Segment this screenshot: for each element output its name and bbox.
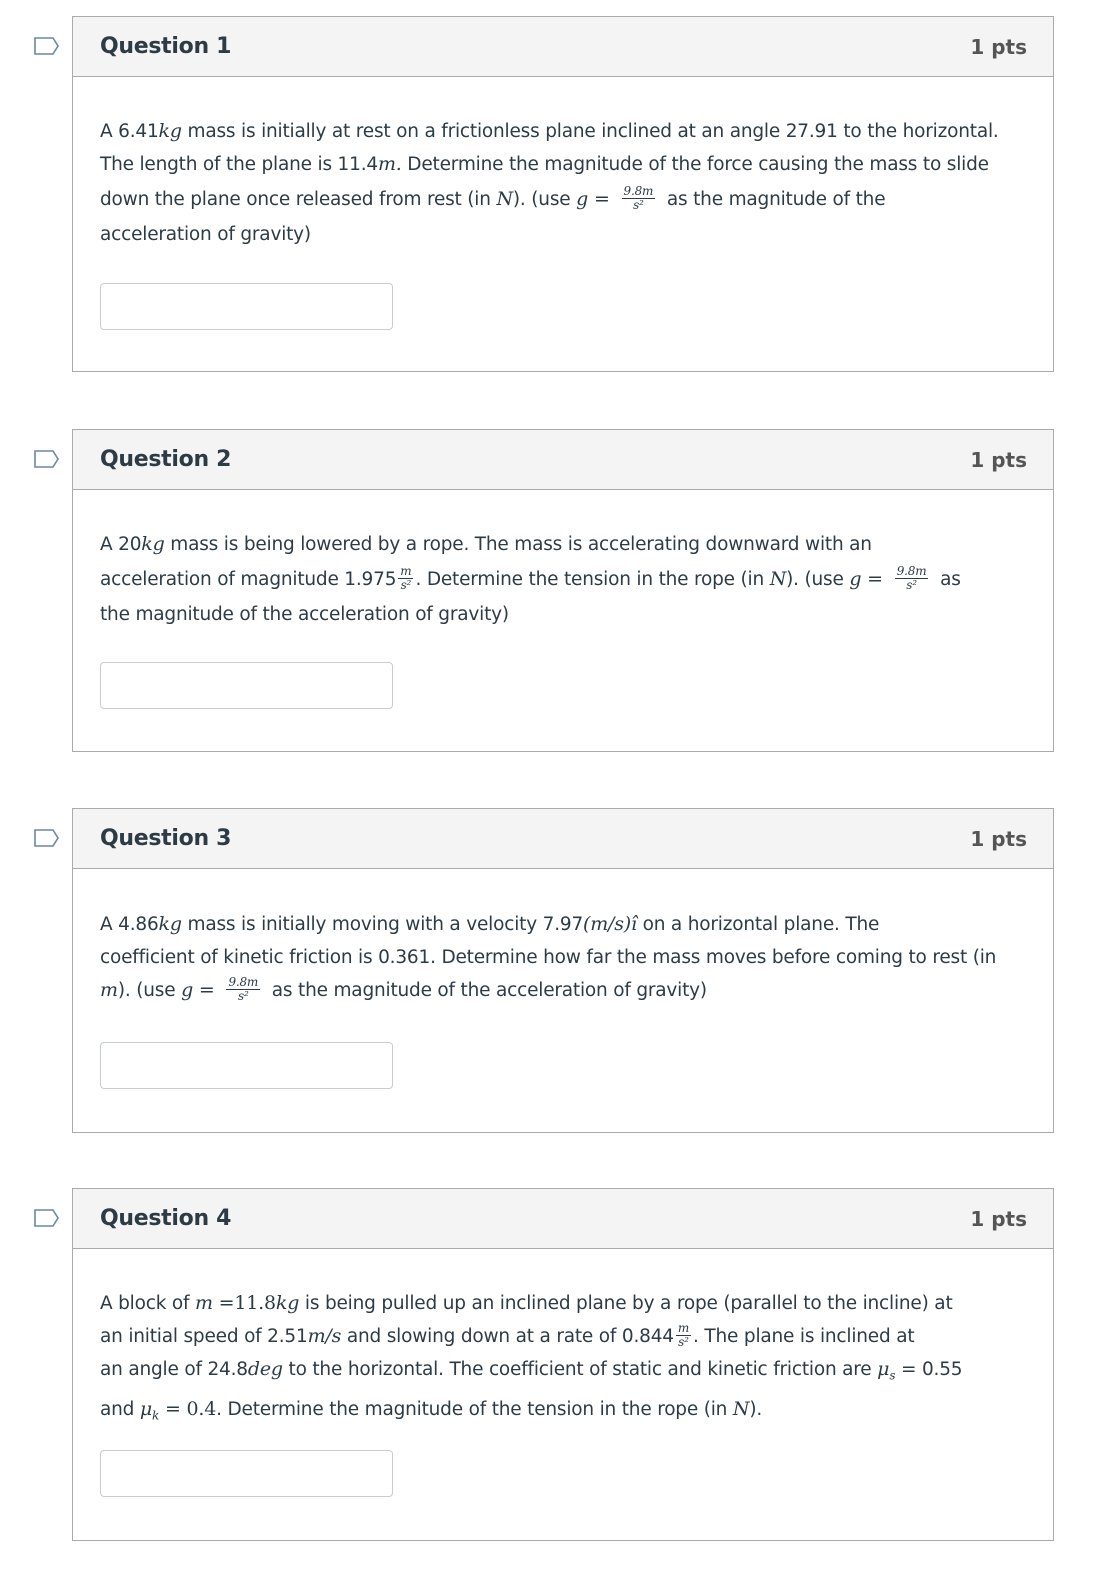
question-text: A 6.41kg mass is initially at rest on a … bbox=[100, 120, 999, 245]
question-title: Question 3 bbox=[100, 826, 232, 851]
answer-input[interactable] bbox=[100, 1042, 393, 1089]
gravity-fraction: 9.8m s² bbox=[226, 974, 261, 1003]
flag-question-icon[interactable] bbox=[34, 37, 60, 55]
question-header: Question 3 1 pts bbox=[73, 809, 1053, 869]
gravity-fraction: 9.8m s² bbox=[894, 563, 929, 592]
question-points: 1 pts bbox=[970, 827, 1027, 851]
question-text: A 20kg mass is being lowered by a rope. … bbox=[100, 533, 961, 625]
question-card-1: Question 1 1 pts A 6.41kg mass is initia… bbox=[34, 16, 1054, 372]
question-text: A 4.86kg mass is initially moving with a… bbox=[100, 913, 997, 1003]
answer-input[interactable] bbox=[100, 1450, 393, 1497]
flag-question-icon[interactable] bbox=[34, 1209, 60, 1227]
flag-question-icon[interactable] bbox=[34, 450, 60, 468]
question-points: 1 pts bbox=[970, 448, 1027, 472]
unit-fraction: m s² bbox=[675, 1320, 692, 1349]
question-title: Question 2 bbox=[100, 447, 232, 472]
question-card-4: Question 4 1 pts A block of m =11.8kg is… bbox=[34, 1188, 1054, 1541]
question-text: A block of m =11.8kg is being pulled up … bbox=[100, 1292, 963, 1423]
question-card-2: Question 2 1 pts A 20kg mass is being lo… bbox=[34, 429, 1054, 752]
question-title: Question 1 bbox=[100, 34, 232, 59]
question-card-3: Question 3 1 pts A 4.86kg mass is initia… bbox=[34, 808, 1054, 1133]
question-header: Question 4 1 pts bbox=[73, 1189, 1053, 1249]
answer-input[interactable] bbox=[100, 662, 393, 709]
question-header: Question 2 1 pts bbox=[73, 430, 1053, 490]
flag-question-icon[interactable] bbox=[34, 829, 60, 847]
question-title: Question 4 bbox=[100, 1206, 232, 1231]
answer-input[interactable] bbox=[100, 283, 393, 330]
question-header: Question 1 1 pts bbox=[73, 17, 1053, 77]
question-points: 1 pts bbox=[970, 1207, 1027, 1231]
question-points: 1 pts bbox=[970, 35, 1027, 59]
unit-fraction: m s² bbox=[398, 563, 414, 592]
gravity-fraction: 9.8m s² bbox=[621, 183, 656, 212]
